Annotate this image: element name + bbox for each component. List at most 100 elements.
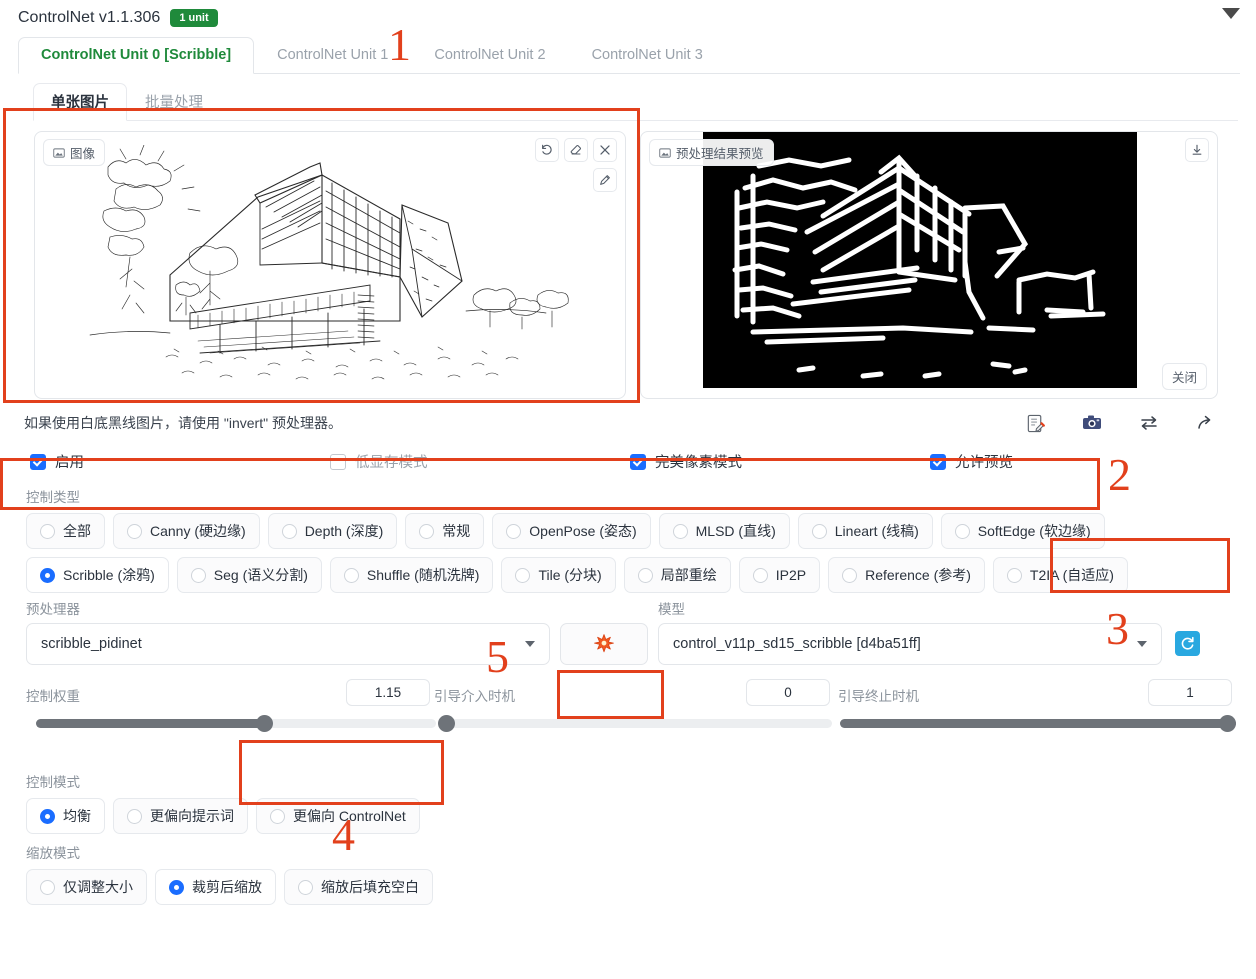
close-icon[interactable] xyxy=(593,138,617,163)
control-type-mlsd[interactable]: MLSD (直线) xyxy=(658,513,790,550)
radio-dot[interactable] xyxy=(127,808,142,824)
resize-mode-resize-fill[interactable]: 缩放后填充空白 xyxy=(284,869,433,906)
download-icon[interactable] xyxy=(1185,138,1209,163)
control-type-inpaint[interactable]: 局部重绘 xyxy=(623,557,731,594)
control-type-tile[interactable]: Tile (分块) xyxy=(501,557,616,594)
control-type-t2ia[interactable]: T2IA (自适应) xyxy=(992,557,1128,594)
chevron-down-icon[interactable] xyxy=(525,641,535,648)
radio-dot[interactable] xyxy=(637,567,653,583)
radio-dot-selected[interactable] xyxy=(169,879,184,895)
undo-icon[interactable] xyxy=(535,138,559,163)
control-type-seg[interactable]: Seg (语义分割) xyxy=(176,557,322,594)
hint-row: 如果使用白底黑线图片，请使用 "invert" 预处理器。 xyxy=(24,411,1240,435)
invert-hint-text: 如果使用白底黑线图片，请使用 "invert" 预处理器。 xyxy=(24,415,342,432)
control-type-ip2p[interactable]: IP2P xyxy=(738,557,821,594)
radio-dot[interactable] xyxy=(1006,567,1022,583)
camera-icon[interactable] xyxy=(1080,411,1104,435)
control-mode-balanced[interactable]: 均衡 xyxy=(26,798,105,835)
guidance-start-knob[interactable] xyxy=(438,715,455,733)
guidance-end-knob[interactable] xyxy=(1219,715,1236,733)
radio-dot[interactable] xyxy=(419,523,435,539)
checkbox-allow-preview[interactable]: 允许预览 xyxy=(930,451,1013,472)
tab-controlnet-unit-3[interactable]: ControlNet Unit 3 xyxy=(569,37,726,73)
radio-dot[interactable] xyxy=(842,567,858,583)
edit-note-icon[interactable] xyxy=(1023,411,1047,435)
run-preprocessor-button[interactable] xyxy=(560,623,648,666)
preprocessor-select[interactable]: scribble_pidinet xyxy=(26,623,550,666)
checkbox-low-vram-box[interactable] xyxy=(330,453,346,470)
control-mode-controlnet[interactable]: 更偏向 ControlNet xyxy=(256,798,420,835)
control-type-normal[interactable]: 常规 xyxy=(405,513,485,550)
radio-dot[interactable] xyxy=(281,523,297,539)
radio-dot[interactable] xyxy=(811,523,827,539)
guidance-end-slider[interactable] xyxy=(840,715,1236,733)
control-type-depth[interactable]: Depth (深度) xyxy=(267,513,398,550)
control-type-openpose[interactable]: OpenPose (姿态) xyxy=(492,513,651,550)
guidance-end-label: 引导终止时机 xyxy=(838,689,919,705)
radio-dot[interactable] xyxy=(298,879,313,895)
control-type-all[interactable]: 全部 xyxy=(26,513,105,550)
control-type-canny[interactable]: Canny (硬边缘) xyxy=(113,513,260,550)
control-type-lineart[interactable]: Lineart (线稿) xyxy=(797,513,933,550)
control-type-normal-label: 常规 xyxy=(442,523,471,540)
preprocessor-preview-card[interactable]: 预处理结果预览 关闭 xyxy=(640,131,1218,400)
chevron-down-icon[interactable] xyxy=(1137,641,1147,648)
checkbox-allow-preview-label: 允许预览 xyxy=(955,455,1013,472)
resize-mode-label: 缩放模式 xyxy=(26,846,80,862)
preview-tag-label: 预处理结果预览 xyxy=(676,147,764,162)
checkbox-low-vram[interactable]: 低显存模式 xyxy=(330,451,630,472)
radio-dot[interactable] xyxy=(954,523,970,539)
checkbox-pixel-perfect[interactable]: 完美像素模式 xyxy=(630,451,930,472)
radio-dot[interactable] xyxy=(40,879,55,895)
radio-dot[interactable] xyxy=(127,523,142,539)
radio-dot[interactable] xyxy=(515,567,531,583)
control-type-shuffle[interactable]: Shuffle (随机洗牌) xyxy=(329,557,494,594)
radio-dot-selected[interactable] xyxy=(40,808,55,824)
radio-dot[interactable] xyxy=(270,808,285,824)
tab-controlnet-unit-0[interactable]: ControlNet Unit 0 [Scribble] xyxy=(18,37,255,75)
preview-tag: 预处理结果预览 xyxy=(649,139,774,167)
control-weight-value[interactable]: 1.15 xyxy=(346,679,430,707)
control-mode-prompt[interactable]: 更偏向提示词 xyxy=(113,798,248,835)
image-icon xyxy=(53,148,65,158)
guidance-start-slider[interactable] xyxy=(438,715,832,733)
share-arrow-icon[interactable] xyxy=(1194,411,1218,435)
radio-dot[interactable] xyxy=(506,523,522,539)
radio-dot[interactable] xyxy=(190,567,206,583)
checkbox-enable-label: 启用 xyxy=(55,455,84,472)
checkbox-enable[interactable]: 启用 xyxy=(30,451,330,472)
preprocessor-model-row: 预处理器 scribble_pidinet 模型 control_v11p_sd… xyxy=(26,598,1256,666)
control-weight-knob[interactable] xyxy=(256,715,273,733)
input-image-card[interactable]: 图像 xyxy=(34,131,626,400)
radio-dot[interactable] xyxy=(752,567,768,583)
checkbox-pixel-perfect-box[interactable] xyxy=(630,453,646,470)
control-type-reference[interactable]: Reference (参考) xyxy=(828,557,985,594)
radio-dot[interactable] xyxy=(343,567,359,583)
control-type-scribble[interactable]: Scribble (涂鸦) xyxy=(26,557,169,594)
preview-close-button[interactable]: 关闭 xyxy=(1161,363,1207,391)
input-image-tools xyxy=(535,138,617,163)
eraser-icon[interactable] xyxy=(564,138,588,163)
tab-controlnet-unit-1[interactable]: ControlNet Unit 1 xyxy=(254,37,411,73)
guidance-start-label: 引导介入时机 xyxy=(434,689,515,705)
swap-icon[interactable] xyxy=(1137,411,1161,435)
model-select[interactable]: control_v11p_sd15_scribble [d4ba51ff] xyxy=(658,623,1162,666)
radio-dot[interactable] xyxy=(40,523,55,539)
radio-dot[interactable] xyxy=(672,523,688,539)
control-type-softedge[interactable]: SoftEdge (软边缘) xyxy=(940,513,1105,550)
radio-dot-selected[interactable] xyxy=(40,567,55,583)
control-weight-label: 控制权重 xyxy=(26,689,80,705)
refresh-models-button[interactable] xyxy=(1175,631,1200,657)
guidance-end-value[interactable]: 1 xyxy=(1148,679,1232,707)
tab-batch-process[interactable]: 批量处理 xyxy=(127,83,221,120)
checkbox-allow-preview-box[interactable] xyxy=(930,453,946,470)
guidance-start-value[interactable]: 0 xyxy=(746,679,830,707)
control-weight-slider[interactable] xyxy=(36,715,436,733)
tab-single-image[interactable]: 单张图片 xyxy=(33,83,127,122)
chevron-down-icon[interactable] xyxy=(1222,8,1240,19)
control-type-tile-label: Tile (分块) xyxy=(538,567,602,584)
checkbox-enable-box[interactable] xyxy=(30,453,46,470)
resize-mode-just-resize[interactable]: 仅调整大小 xyxy=(26,869,147,906)
tab-controlnet-unit-2[interactable]: ControlNet Unit 2 xyxy=(411,37,568,73)
resize-mode-crop-resize[interactable]: 裁剪后缩放 xyxy=(155,869,276,906)
